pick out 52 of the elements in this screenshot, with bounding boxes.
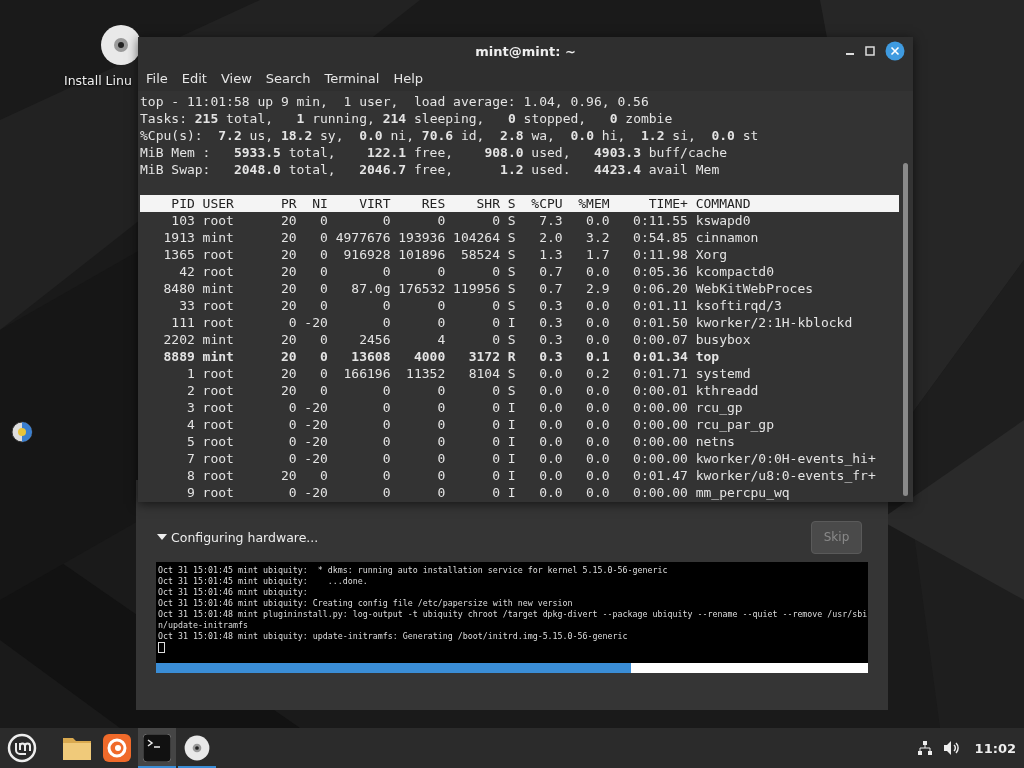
terminal-icon [143,734,171,762]
menu-item[interactable]: Terminal [324,71,380,86]
maximize-icon[interactable] [865,46,875,56]
disc-icon[interactable] [100,24,142,66]
scrollbar-thumb[interactable] [902,163,908,496]
summary-line: MiB Mem : 5933.5 total, 122.1 free, 908.0 used, 4903.3 buff/cache [140,144,729,161]
summary-line: %Cpu(s): 7.2 us, 18.2 sy, 0.0 ni, 70.6 id, 2.8 wa, 0.0 hi, 1.2 si, 0.0 st [140,127,760,144]
process-row-text: 1913 mint 20 0 4977676 193936 104264 S 2.0 3.2 0:54.85 cinnamon [162,229,760,246]
menu-item[interactable]: View [220,71,252,86]
window-title: mint@mint: ~ [475,44,576,59]
close-icon[interactable] [885,41,905,61]
process-row-text: 1 root 20 0 166196 11352 8104 S 0.0 0.2 0:01.71 systemd [185,365,752,382]
process-row-text: 1365 root 20 0 916928 101896 58524 S 1.3 1.7 0:11.98 Xorg [162,246,728,263]
disc-icon[interactable] [184,735,210,761]
process-row-text: 42 root 20 0 0 0 0 S 0.7 0.0 0:05.36 kcompactd0 [178,263,775,280]
process-row-text: 7 root 0 -20 0 0 0 I 0.0 0.0 0:00.00 kworker/0:0H-events_hi+ [185,450,877,467]
process-row-text: 9 root 0 -20 0 0 0 I 0.0 0.0 0:00.00 mm_percpu_wq [185,484,791,501]
log-line: Oct 31 15:01:45 mint ubiquity: ...done. [158,576,369,587]
menu-item[interactable]: Help [393,71,424,86]
process-row-text: 2 root 20 0 0 0 0 S 0.0 0.0 0:00.01 kthreadd [185,382,760,399]
text-cursor [158,642,165,653]
log-line: n/update-initramfs [158,620,249,631]
network-icon[interactable] [916,740,933,756]
process-row-text: 111 root 0 -20 0 0 0 I 0.3 0.0 0:01.50 kworker/2:1H-kblockd [170,314,854,331]
circle-icon[interactable] [11,421,33,443]
process-row-text: 5 root 0 -20 0 0 0 I 0.0 0.0 0:00.00 netns [185,433,736,450]
summary-line: Tasks: 215 total, 1 running, 214 sleeping, 0 stopped, 0 zombie [140,110,674,127]
icon-label[interactable]: Install Linu [64,73,132,88]
menu-item[interactable]: Edit [181,71,207,86]
log-line: Oct 31 15:01:46 mint ubiquity: [158,587,309,598]
log-line: Oct 31 15:01:48 mint ubiquity: update-initramfs: Generating /boot/initrd.img-5.15.0-56-generic [158,631,629,642]
folder-icon [62,735,92,761]
menu-item[interactable]: Search [265,71,311,86]
summary-line: top - 11:01:58 up 9 min, 1 user, load average: 1.04, 0.96, 0.56 [140,93,650,110]
menu-item[interactable]: File [146,71,168,86]
log-line: Oct 31 15:01:45 mint ubiquity: * dkms: running auto installation service for kernel 5.15.0-56-generic [158,565,669,576]
process-row-text: 8 root 20 0 0 0 0 I 0.0 0.0 0:01.47 kworker/u8:0-events_fr+ [185,467,877,484]
process-row-text: 2202 mint 20 0 2456 4 0 S 0.3 0.0 0:00.07 busybox [162,331,752,348]
process-row-text: 8889 mint 20 0 13608 4000 3172 R 0.3 0.1 0:01.34 top [162,348,721,365]
process-row-text: 33 root 20 0 0 0 0 S 0.3 0.0 0:01.11 ksoftirqd/3 [178,297,783,314]
browser-icon [103,734,131,762]
clock[interactable]: 11:02 [974,740,1016,756]
column-header: PID USER PR NI VIRT RES SHR S %CPU %MEM TIME+ COMMAND [140,195,899,212]
volume-icon[interactable] [942,740,961,756]
process-row-text: 103 root 20 0 0 0 0 S 7.3 0.0 0:11.55 kswapd0 [170,212,752,229]
process-row-text: 3 root 0 -20 0 0 0 I 0.0 0.0 0:00.00 rcu_gp [185,399,744,416]
summary-line: MiB Swap: 2048.0 total, 2046.7 free, 1.2 used. 4423.4 avail Mem [140,161,721,178]
log-line: Oct 31 15:01:46 mint ubiquity: Creating config file /etc/papersize with new version [158,598,574,609]
log-line: Oct 31 15:01:48 mint plugininstall.py: log-output -t ubiquity chroot /target dpkg-divert --package ubiquity --rename --quiet --remove /usr/sbi [158,609,866,620]
status-toggle[interactable]: Configuring hardware... [156,529,319,545]
process-row-text: 4 root 0 -20 0 0 0 I 0.0 0.0 0:00.00 rcu_par_gp [185,416,775,433]
process-row-text: 8480 mint 20 0 87.0g 176532 119956 S 0.7 2.9 0:06.20 WebKitWebProces [162,280,815,297]
